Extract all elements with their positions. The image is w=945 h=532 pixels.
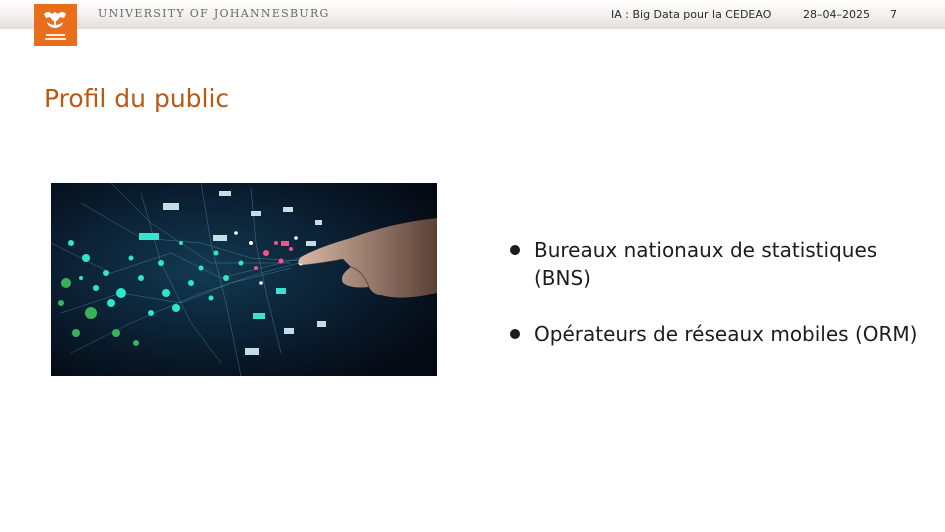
- slide-title: Profil du public: [44, 84, 230, 113]
- university-logo: [34, 4, 77, 46]
- uj-crest-icon: [44, 12, 66, 40]
- page-number: 7: [890, 8, 897, 21]
- institution-name: UNIVERSITY OF JOHANNESBURG: [98, 7, 330, 20]
- bullet-text: Opérateurs de réseaux mobiles (ORM): [534, 322, 918, 346]
- slide-header: UNIVERSITY OF JOHANNESBURG IA : Big Data…: [0, 0, 945, 29]
- bullet-dot-icon: [510, 245, 520, 255]
- bullet-text: Bureaux nationaux de statistiques (BNS): [534, 238, 878, 290]
- network-data-hand-icon: [51, 183, 437, 376]
- bullet-list: Bureaux nationaux de statistiques (BNS) …: [508, 236, 928, 376]
- slide-date: 28–04–2025: [803, 8, 870, 21]
- bullet-item: Bureaux nationaux de statistiques (BNS): [508, 236, 928, 292]
- network-data-image: [51, 183, 437, 376]
- course-title: IA : Big Data pour la CEDEAO: [611, 8, 772, 21]
- bullet-dot-icon: [510, 329, 520, 339]
- bullet-item: Opérateurs de réseaux mobiles (ORM): [508, 320, 928, 348]
